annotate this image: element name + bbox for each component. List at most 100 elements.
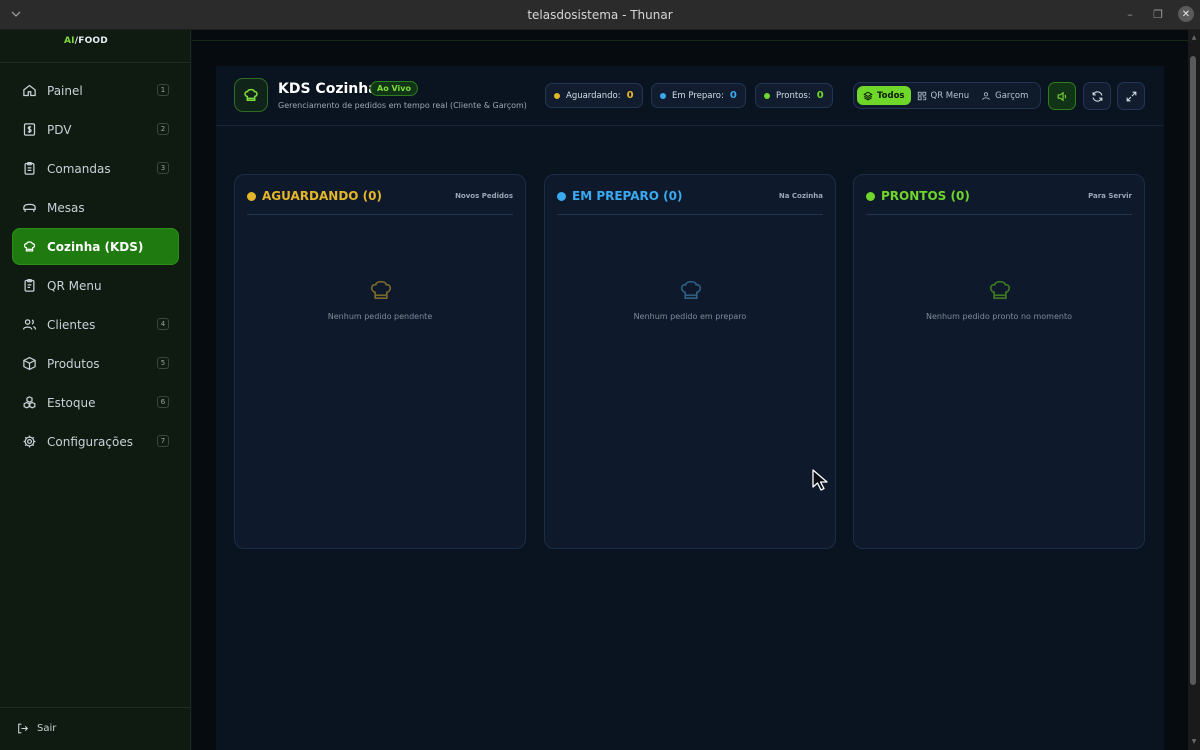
scroll-down-icon[interactable]: ▼ <box>1190 738 1198 746</box>
chef-hat-icon <box>23 241 36 252</box>
live-badge: Ao Vivo <box>370 81 418 96</box>
column-title: AGUARDANDO (0) <box>262 189 382 203</box>
user-icon <box>982 91 990 100</box>
column-title: PRONTOS (0) <box>881 189 970 203</box>
shortcut-badge: 2 <box>157 123 169 135</box>
column-header: EM PREPARO (0) <box>557 189 682 203</box>
box-icon <box>23 356 36 371</box>
chef-hat-icon <box>370 280 392 299</box>
table-icon <box>23 203 36 212</box>
empty-state-text: Nenhum pedido pronto no momento <box>925 312 1072 321</box>
sidebar-item-estoque[interactable]: Estoque 6 <box>12 384 179 421</box>
column-header: PRONTOS (0) <box>866 189 970 203</box>
window-titlebar: telasdosistema - Thunar – ❐ ✕ <box>0 0 1200 30</box>
minimize-button[interactable]: – <box>1122 6 1138 22</box>
chevron-down-icon[interactable] <box>10 8 22 20</box>
source-filter: Todos QR Menu Garçom <box>853 82 1041 109</box>
logout-label: Sair <box>37 723 57 734</box>
kds-panel: KDS Cozinha Ao Vivo Gerenciamento de ped… <box>216 66 1164 750</box>
sidebar-item-qr-menu[interactable]: QR Menu <box>12 267 179 304</box>
sidebar-item-produtos[interactable]: Produtos 5 <box>12 345 179 382</box>
users-icon <box>22 319 37 330</box>
sidebar-item-configuracoes[interactable]: Configurações 7 <box>12 423 179 460</box>
sidebar-item-clientes[interactable]: Clientes 4 <box>12 306 179 343</box>
main-area: KDS Cozinha Ao Vivo Gerenciamento de ped… <box>192 30 1188 750</box>
shortcut-badge: 3 <box>157 162 169 174</box>
column-em-preparo: EM PREPARO (0) Na Cozinha Nenhum pedido … <box>544 174 836 549</box>
kds-header: KDS Cozinha Ao Vivo Gerenciamento de ped… <box>216 66 1164 126</box>
sidebar-item-comandas[interactable]: Comandas 3 <box>12 150 179 187</box>
chef-hat-icon <box>989 280 1011 299</box>
stat-label: Prontos: <box>776 90 811 101</box>
filter-label: Todos <box>877 90 905 101</box>
status-dot <box>247 191 256 201</box>
page-subtitle: Gerenciamento de pedidos em tempo real (… <box>278 101 527 110</box>
stat-aguardando: Aguardando: 0 <box>545 83 643 108</box>
boxes-icon <box>23 396 36 409</box>
sidebar-item-pdv[interactable]: PDV 2 <box>12 111 179 148</box>
sidebar-item-label: Painel <box>47 83 83 98</box>
divider <box>866 214 1132 215</box>
filter-garcom[interactable]: Garçom <box>975 86 1034 105</box>
maximize-button[interactable]: ❐ <box>1150 6 1166 22</box>
sidebar-item-cozinha[interactable]: Cozinha (KDS) <box>12 228 179 265</box>
chef-hat-icon <box>244 88 258 101</box>
empty-state-text: Nenhum pedido pendente <box>327 312 433 321</box>
shortcut-badge: 4 <box>157 318 169 330</box>
layers-icon <box>863 91 873 101</box>
shortcut-badge: 7 <box>157 435 169 447</box>
stat-prontos: Prontos: 0 <box>755 83 833 108</box>
logout-button[interactable]: Sair <box>16 722 56 735</box>
stat-value: 0 <box>729 90 737 101</box>
page-title: KDS Cozinha <box>278 81 378 97</box>
sidebar-item-label: Cozinha (KDS) <box>47 239 144 254</box>
status-dot <box>557 191 566 201</box>
sidebar-item-mesas[interactable]: Mesas <box>12 189 179 226</box>
window-scrollbar[interactable]: ▲ ▼ <box>1188 30 1200 750</box>
shortcut-badge: 6 <box>157 396 169 408</box>
sidebar-item-painel[interactable]: Painel 1 <box>12 72 179 109</box>
filter-label: QR Menu <box>930 90 970 101</box>
refresh-icon <box>1092 90 1102 102</box>
qr-icon <box>917 91 926 100</box>
scrollbar-thumb[interactable] <box>1190 56 1196 685</box>
sidebar-item-label: Comandas <box>47 161 111 176</box>
sound-toggle-button[interactable] <box>1048 82 1076 110</box>
shortcut-badge: 1 <box>157 84 169 96</box>
column-tag: Novos Pedidos <box>455 192 513 200</box>
divider <box>0 707 190 708</box>
filter-qr-menu[interactable]: QR Menu <box>911 86 976 105</box>
divider <box>192 40 1188 41</box>
status-dot <box>866 191 875 201</box>
column-prontos: PRONTOS (0) Para Servir Nenhum pedido pr… <box>853 174 1145 549</box>
window-title: telasdosistema - Thunar <box>527 7 673 22</box>
brand-logo: AI/FOOD <box>64 36 108 46</box>
refresh-button[interactable] <box>1083 82 1111 110</box>
scroll-up-icon[interactable]: ▲ <box>1190 34 1198 42</box>
sidebar-item-label: QR Menu <box>47 278 102 293</box>
stat-em-preparo: Em Preparo: 0 <box>651 83 746 108</box>
expand-icon <box>1126 91 1136 101</box>
qr-doc-icon <box>24 278 35 292</box>
stat-label: Aguardando: <box>566 90 621 101</box>
stat-value: 0 <box>626 90 634 101</box>
home-icon <box>23 84 36 97</box>
close-button[interactable]: ✕ <box>1178 6 1194 22</box>
empty-state-text: Nenhum pedido em preparo <box>633 312 747 321</box>
filter-label: Garçom <box>995 90 1029 101</box>
column-aguardando: AGUARDANDO (0) Novos Pedidos Nenhum pedi… <box>234 174 526 549</box>
sidebar-item-label: PDV <box>47 122 72 137</box>
stat-value: 0 <box>816 90 824 101</box>
sidebar-item-label: Estoque <box>47 395 96 410</box>
column-tag: Para Servir <box>1088 192 1132 200</box>
fullscreen-button[interactable] <box>1117 82 1145 110</box>
column-header: AGUARDANDO (0) <box>247 189 382 203</box>
column-title: EM PREPARO (0) <box>572 189 683 203</box>
chef-hat-icon <box>680 280 702 299</box>
sidebar-item-label: Clientes <box>47 317 96 332</box>
divider <box>557 214 823 215</box>
divider <box>0 62 190 63</box>
filter-todos[interactable]: Todos <box>857 86 911 105</box>
status-dot <box>660 92 666 99</box>
sidebar-item-label: Produtos <box>47 356 100 371</box>
